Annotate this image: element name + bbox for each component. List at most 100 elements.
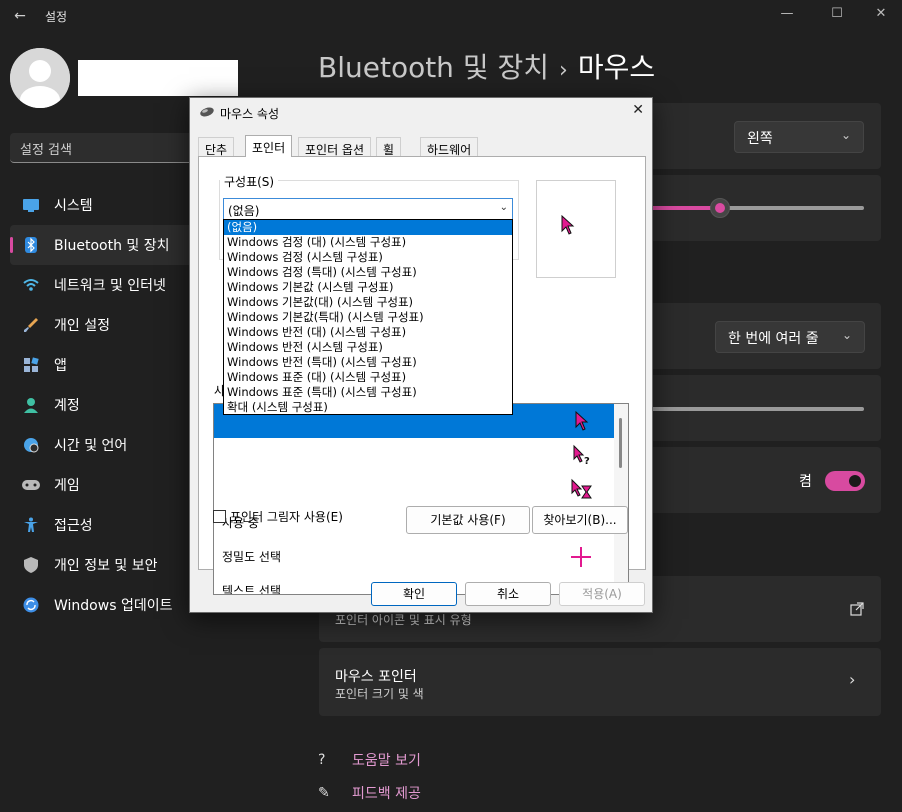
breadcrumb-current: 마우스 [577,51,656,84]
globe-clock-icon [22,436,40,454]
card-title: 마우스 포인터 [335,669,417,685]
ok-button[interactable]: 확인 [371,582,457,606]
browse-button[interactable]: 찾아보기(B)... [532,506,628,534]
chevron-right-icon: › [849,670,856,689]
dialog-title: 마우스 속성 [220,107,280,121]
username-redacted [78,60,238,96]
sidebar-item-label: 앱 [54,358,67,374]
tab-buttons[interactable]: 단추 [198,137,235,157]
avatar[interactable] [10,48,70,108]
minimize-button[interactable]: — [764,0,810,32]
chevron-down-icon: ⌄ [499,202,508,213]
toggle-state-label: 켬 [799,474,812,490]
sidebar-item-label: 네트워크 및 인터넷 [54,278,166,294]
help-icon: ? [318,752,326,768]
person-icon [22,396,40,414]
wifi-icon [22,276,40,294]
card-subtitle: 포인터 크기 및 색 [335,687,424,701]
scheme-combobox[interactable]: (없음) ⌄ [223,198,513,220]
cursor-preview [536,180,616,278]
app-title: 설정 [45,10,68,24]
breadcrumb-parent[interactable]: Bluetooth 및 장치 [318,51,549,84]
apply-button[interactable]: 적용(A) [559,582,645,606]
help-select-cursor-icon: ? [573,444,590,466]
maximize-button[interactable]: ☐ [814,0,860,32]
sidebar-item-label: 계정 [54,398,80,414]
scroll-lines-slider[interactable] [649,407,864,411]
scheme-label: 구성표(S) [220,173,279,190]
brush-icon [22,316,40,334]
sidebar-item-label: 게임 [54,478,80,494]
cursor-list[interactable]: ? 사용 중 정밀도 선택 텍스트 선택 [213,403,629,595]
card-subtitle: 포인터 아이콘 및 표시 유형 [335,613,472,627]
sidebar-item-label: Bluetooth 및 장치 [54,238,170,254]
feedback-link[interactable]: ✎ 피드백 제공 [318,783,421,803]
sidebar-item-label: 시스템 [54,198,93,214]
update-icon [22,596,40,614]
close-button[interactable]: ✕ [858,0,902,32]
sidebar-item-label: 개인 정보 및 보안 [54,558,158,574]
chevron-down-icon: ⌄ [840,128,851,142]
title-bar: ← 설정 — ☐ ✕ [0,0,902,32]
scheme-option[interactable]: Windows 반전 (특대) (시스템 구성표) [224,355,512,370]
pointer-shadow-checkbox[interactable]: 포인터 그림자 사용(E) [213,508,343,525]
scheme-option[interactable]: Windows 검정 (시스템 구성표) [224,250,512,265]
shield-icon [22,556,40,574]
pointer-speed-slider[interactable] [649,206,864,210]
scheme-option[interactable]: (없음) [224,220,512,235]
sidebar-item-label: Windows 업데이트 [54,598,173,614]
scheme-option[interactable]: Windows 검정 (특대) (시스템 구성표) [224,265,512,280]
list-item[interactable]: 정밀도 선택 [214,540,614,574]
scheme-option[interactable]: Windows 기본값(특대) (시스템 구성표) [224,310,512,325]
monitor-icon [22,196,40,214]
tab-pointer-options[interactable]: 포인터 옵션 [298,137,372,157]
mouse-properties-dialog: 마우스 속성 ✕ 단추 포인터 포인터 옵션 휠 하드웨어 사 ? 사용 중 정… [189,97,653,613]
scheme-option[interactable]: Windows 반전 (시스템 구성표) [224,340,512,355]
arrow-cursor-icon [575,410,589,431]
tab-hardware[interactable]: 하드웨어 [420,137,479,157]
scheme-option[interactable]: Windows 표준 (대) (시스템 구성표) [224,370,512,385]
chevron-down-icon: ⌄ [841,328,852,342]
scheme-option[interactable]: 확대 (시스템 구성표) [224,400,512,415]
person-silhouette-icon [10,48,70,108]
scrollbar-thumb[interactable] [619,418,622,468]
tab-pointers[interactable]: 포인터 [245,135,293,157]
scheme-dropdown-list[interactable]: (없음) Windows 검정 (대) (시스템 구성표) Windows 검정… [223,219,513,415]
external-link-icon [850,602,864,616]
checkbox-box[interactable] [213,510,226,523]
dialog-close-button[interactable]: ✕ [632,102,644,118]
scheme-option[interactable]: Windows 기본값 (시스템 구성표) [224,280,512,295]
feedback-icon: ✎ [318,785,330,801]
slider-thumb[interactable] [709,198,730,218]
list-item[interactable]: ? [214,438,614,472]
breadcrumb-separator: › [559,58,568,83]
inactive-scroll-toggle[interactable] [825,471,865,491]
scheme-option[interactable]: Windows 반전 (대) (시스템 구성표) [224,325,512,340]
preview-arrow-cursor-icon [561,215,575,235]
apps-icon [22,356,40,374]
mouse-icon [200,107,214,117]
svg-text:?: ? [584,456,590,466]
primary-button-dropdown[interactable]: 왼쪽 ⌄ [734,121,864,153]
gamepad-icon [22,476,40,494]
accessibility-icon [22,516,40,534]
sidebar-item-label: 시간 및 언어 [54,438,128,454]
working-background-cursor-icon [571,478,592,499]
scheme-option[interactable]: Windows 기본값(대) (시스템 구성표) [224,295,512,310]
help-link[interactable]: ? 도움말 보기 [318,750,421,770]
bluetooth-icon [22,236,40,254]
scheme-option[interactable]: Windows 표준 (특대) (시스템 구성표) [224,385,512,400]
mouse-pointer-card[interactable]: 마우스 포인터 포인터 크기 및 색 › [319,648,881,716]
cursor-list-scrollbar[interactable] [614,404,628,594]
tab-wheel[interactable]: 휠 [376,137,402,157]
sidebar-item-label: 개인 설정 [54,318,110,334]
scroll-mode-dropdown[interactable]: 한 번에 여러 줄 ⌄ [715,321,865,353]
crosshair-cursor-icon [571,547,591,567]
use-default-button[interactable]: 기본값 사용(F) [406,506,530,534]
back-button[interactable]: ← [10,6,30,26]
sidebar-item-label: 접근성 [54,518,93,534]
scheme-option[interactable]: Windows 검정 (대) (시스템 구성표) [224,235,512,250]
list-item[interactable] [214,472,614,506]
page-title: Bluetooth 및 장치 › 마우스 [318,46,655,86]
cancel-button[interactable]: 취소 [465,582,551,606]
